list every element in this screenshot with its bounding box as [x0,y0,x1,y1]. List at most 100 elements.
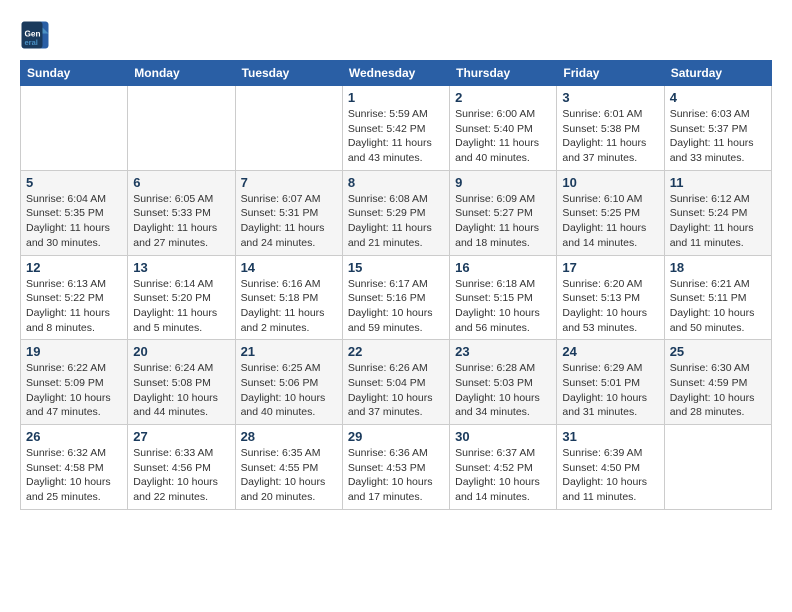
calendar-cell: 1 Sunrise: 5:59 AMSunset: 5:42 PMDaylight… [342,86,449,171]
day-info: Sunrise: 5:59 AMSunset: 5:42 PMDaylight:… [348,107,444,166]
day-number: 13 [133,260,229,275]
day-number: 16 [455,260,551,275]
day-number: 30 [455,429,551,444]
day-number: 14 [241,260,337,275]
day-info: Sunrise: 6:36 AMSunset: 4:53 PMDaylight:… [348,446,444,505]
calendar-cell: 2Sunrise: 6:00 AMSunset: 5:40 PMDaylight… [450,86,557,171]
calendar-cell: 4Sunrise: 6:03 AMSunset: 5:37 PMDaylight… [664,86,771,171]
day-info: Sunrise: 6:21 AMSunset: 5:11 PMDaylight:… [670,277,766,336]
calendar-cell: 19 Sunrise: 6:22 AMSunset: 5:09 PMDayligh… [21,340,128,425]
day-number: 11 [670,175,766,190]
page-header: Gen eral [20,20,772,50]
calendar: SundayMondayTuesdayWednesdayThursdayFrid… [20,60,772,510]
calendar-cell: 22Sunrise: 6:26 AMSunset: 5:04 PMDayligh… [342,340,449,425]
day-number: 22 [348,344,444,359]
calendar-cell: 10 Sunrise: 6:10 AMSunset: 5:25 PMDayligh… [557,170,664,255]
day-number: 20 [133,344,229,359]
day-info: Sunrise: 6:04 AMSunset: 5:35 PMDaylight:… [26,192,122,251]
day-info: Sunrise: 6:30 AMSunset: 4:59 PMDaylight:… [670,361,766,420]
week-row-5: 26Sunrise: 6:32 AMSunset: 4:58 PMDayligh… [21,425,772,510]
calendar-cell: 5 Sunrise: 6:04 AMSunset: 5:35 PMDaylight… [21,170,128,255]
day-info: Sunrise: 6:17 AMSunset: 5:16 PMDaylight:… [348,277,444,336]
day-info: Sunrise: 6:08 AMSunset: 5:29 PMDaylight:… [348,192,444,251]
day-number: 18 [670,260,766,275]
calendar-cell: 7Sunrise: 6:07 AMSunset: 5:31 PMDaylight… [235,170,342,255]
calendar-cell: 11Sunrise: 6:12 AMSunset: 5:24 PMDayligh… [664,170,771,255]
day-info: Sunrise: 6:25 AMSunset: 5:06 PMDaylight:… [241,361,337,420]
calendar-cell: 14 Sunrise: 6:16 AMSunset: 5:18 PMDayligh… [235,255,342,340]
header-saturday: Saturday [664,61,771,86]
day-number: 31 [562,429,658,444]
day-number: 12 [26,260,122,275]
calendar-cell: 12 Sunrise: 6:13 AMSunset: 5:22 PMDayligh… [21,255,128,340]
day-number: 21 [241,344,337,359]
header-wednesday: Wednesday [342,61,449,86]
day-info: Sunrise: 6:13 AMSunset: 5:22 PMDaylight:… [26,277,122,336]
logo-icon: Gen eral [20,20,50,50]
day-number: 24 [562,344,658,359]
header-tuesday: Tuesday [235,61,342,86]
day-info: Sunrise: 6:24 AMSunset: 5:08 PMDaylight:… [133,361,229,420]
day-number: 7 [241,175,337,190]
week-row-4: 19 Sunrise: 6:22 AMSunset: 5:09 PMDayligh… [21,340,772,425]
header-friday: Friday [557,61,664,86]
calendar-cell: 23Sunrise: 6:28 AMSunset: 5:03 PMDayligh… [450,340,557,425]
calendar-cell: 6 Sunrise: 6:05 AMSunset: 5:33 PMDaylight… [128,170,235,255]
day-number: 19 [26,344,122,359]
day-info: Sunrise: 6:05 AMSunset: 5:33 PMDaylight:… [133,192,229,251]
svg-text:eral: eral [25,38,38,47]
day-info: Sunrise: 6:16 AMSunset: 5:18 PMDaylight:… [241,277,337,336]
week-row-2: 5 Sunrise: 6:04 AMSunset: 5:35 PMDaylight… [21,170,772,255]
day-number: 5 [26,175,122,190]
day-info: Sunrise: 6:39 AMSunset: 4:50 PMDaylight:… [562,446,658,505]
day-number: 1 [348,90,444,105]
calendar-cell: 24Sunrise: 6:29 AMSunset: 5:01 PMDayligh… [557,340,664,425]
calendar-cell: 16Sunrise: 6:18 AMSunset: 5:15 PMDayligh… [450,255,557,340]
calendar-cell: 25 Sunrise: 6:30 AMSunset: 4:59 PMDayligh… [664,340,771,425]
day-number: 17 [562,260,658,275]
calendar-cell [128,86,235,171]
logo: Gen eral [20,20,56,50]
week-row-1: 1 Sunrise: 5:59 AMSunset: 5:42 PMDaylight… [21,86,772,171]
calendar-cell: 27Sunrise: 6:33 AMSunset: 4:56 PMDayligh… [128,425,235,510]
day-info: Sunrise: 6:22 AMSunset: 5:09 PMDaylight:… [26,361,122,420]
day-info: Sunrise: 6:09 AMSunset: 5:27 PMDaylight:… [455,192,551,251]
day-number: 9 [455,175,551,190]
calendar-cell [235,86,342,171]
day-info: Sunrise: 6:14 AMSunset: 5:20 PMDaylight:… [133,277,229,336]
day-info: Sunrise: 6:33 AMSunset: 4:56 PMDaylight:… [133,446,229,505]
day-info: Sunrise: 6:01 AMSunset: 5:38 PMDaylight:… [562,107,658,166]
calendar-cell: 28 Sunrise: 6:35 AMSunset: 4:55 PMDayligh… [235,425,342,510]
day-number: 29 [348,429,444,444]
calendar-cell: 26Sunrise: 6:32 AMSunset: 4:58 PMDayligh… [21,425,128,510]
day-number: 10 [562,175,658,190]
day-number: 3 [562,90,658,105]
calendar-cell: 13 Sunrise: 6:14 AMSunset: 5:20 PMDayligh… [128,255,235,340]
calendar-cell: 29 Sunrise: 6:36 AMSunset: 4:53 PMDayligh… [342,425,449,510]
day-info: Sunrise: 6:20 AMSunset: 5:13 PMDaylight:… [562,277,658,336]
day-info: Sunrise: 6:35 AMSunset: 4:55 PMDaylight:… [241,446,337,505]
calendar-cell [21,86,128,171]
day-number: 26 [26,429,122,444]
day-number: 25 [670,344,766,359]
day-number: 6 [133,175,229,190]
calendar-cell: 21 Sunrise: 6:25 AMSunset: 5:06 PMDayligh… [235,340,342,425]
calendar-cell: 9 Sunrise: 6:09 AMSunset: 5:27 PMDaylight… [450,170,557,255]
calendar-cell: 30 Sunrise: 6:37 AMSunset: 4:52 PMDayligh… [450,425,557,510]
day-number: 8 [348,175,444,190]
calendar-header-row: SundayMondayTuesdayWednesdayThursdayFrid… [21,61,772,86]
calendar-cell: 31 Sunrise: 6:39 AMSunset: 4:50 PMDayligh… [557,425,664,510]
day-number: 2 [455,90,551,105]
calendar-cell: 8 Sunrise: 6:08 AMSunset: 5:29 PMDaylight… [342,170,449,255]
week-row-3: 12 Sunrise: 6:13 AMSunset: 5:22 PMDayligh… [21,255,772,340]
day-number: 28 [241,429,337,444]
calendar-cell: 17 Sunrise: 6:20 AMSunset: 5:13 PMDayligh… [557,255,664,340]
day-number: 23 [455,344,551,359]
header-sunday: Sunday [21,61,128,86]
day-info: Sunrise: 6:03 AMSunset: 5:37 PMDaylight:… [670,107,766,166]
day-info: Sunrise: 6:37 AMSunset: 4:52 PMDaylight:… [455,446,551,505]
calendar-cell: 20 Sunrise: 6:24 AMSunset: 5:08 PMDayligh… [128,340,235,425]
day-number: 15 [348,260,444,275]
calendar-cell: 3 Sunrise: 6:01 AMSunset: 5:38 PMDaylight… [557,86,664,171]
day-info: Sunrise: 6:10 AMSunset: 5:25 PMDaylight:… [562,192,658,251]
